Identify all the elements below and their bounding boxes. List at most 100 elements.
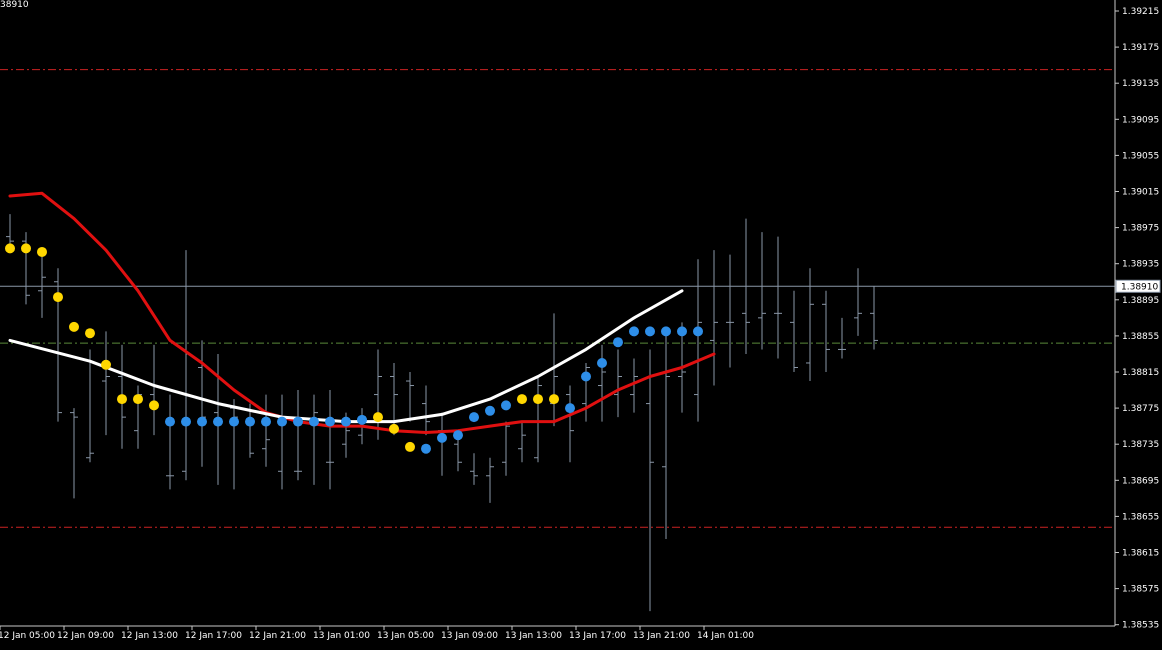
- ohlc-bar: [86, 349, 94, 463]
- price-tick-label: 1.38975: [1122, 224, 1159, 234]
- price-tick-label: 1.38895: [1122, 296, 1159, 306]
- sar-dot: [341, 416, 351, 427]
- time-tick-label: 12 Jan 21:00: [249, 631, 306, 641]
- ohlc-bar: [694, 259, 702, 422]
- axes: 1.39215 1.39175 1.39135 1.39095 1.39055 1.390…: [0, 0, 1161, 641]
- ohlc-bar: [566, 385, 574, 463]
- ohlc-bar: [102, 331, 110, 436]
- sar-dot: [437, 432, 447, 443]
- ohlc-bar: [166, 394, 174, 490]
- sar-dot: [453, 430, 463, 441]
- ohlc-bar: [534, 376, 542, 463]
- ohlc-bar: [774, 236, 782, 359]
- sar-dot: [357, 414, 367, 425]
- ohlc-bar: [70, 408, 78, 499]
- sar-dot: [21, 243, 31, 254]
- sar-dot: [485, 405, 495, 416]
- price-tick-label: 1.39135: [1122, 79, 1159, 89]
- ohlc-bar: [806, 268, 814, 382]
- sar-dot: [101, 359, 111, 370]
- ohlc-bar: [262, 394, 270, 467]
- ohlc-bar: [726, 254, 734, 368]
- time-tick-label: 12 Jan 17:00: [185, 631, 242, 641]
- ohlc-bar: [470, 453, 478, 485]
- ohlc-bar: [646, 349, 654, 612]
- sar-dot: [565, 403, 575, 414]
- sar-dot: [53, 292, 63, 303]
- price-tick-label: 1.38815: [1122, 368, 1159, 378]
- price-tick-label: 1.39055: [1122, 151, 1159, 161]
- price-chart[interactable]: 1.39215 1.39175 1.39135 1.39095 1.39055 1.390…: [0, 0, 1162, 650]
- ohlc-bar: [422, 385, 430, 436]
- sar-dot: [197, 416, 207, 427]
- time-tick-label: 13 Jan 13:00: [505, 631, 562, 641]
- sar-dot: [677, 326, 687, 337]
- price-tick-label: 1.38615: [1122, 549, 1159, 559]
- ohlc-bar: [854, 268, 862, 336]
- sar-dot: [213, 416, 223, 427]
- sar-dot: [293, 416, 303, 427]
- sar-dot: [229, 416, 239, 427]
- ohlc-bar: [518, 421, 526, 463]
- sar-dot: [533, 394, 543, 405]
- sar-dot: [405, 441, 415, 452]
- sar-dot: [165, 416, 175, 427]
- sar-dot: [389, 423, 399, 434]
- sar-dot: [597, 357, 607, 368]
- price-tick-label: 1.39095: [1122, 115, 1159, 125]
- white-moving-average-line: [8, 289, 684, 424]
- ohlc-bar: [326, 390, 334, 490]
- sar-dot: [373, 412, 383, 423]
- sar-dot: [629, 326, 639, 337]
- ohlc-bar: [278, 394, 286, 490]
- ohlc-bar: [598, 344, 606, 422]
- ohlc-bar: [22, 232, 30, 305]
- sar-dot: [69, 321, 79, 332]
- red-moving-average-line: [8, 191, 716, 434]
- sar-dot: [245, 416, 255, 427]
- time-tick-label: 12 Jan 09:00: [57, 631, 114, 641]
- price-tick-label: 1.38735: [1122, 440, 1159, 450]
- price-tick-label: 1.38775: [1122, 404, 1159, 414]
- price-tick-label: 1.38655: [1122, 512, 1159, 522]
- price-levels: [0, 69, 1115, 528]
- ohlc-bar: [294, 390, 302, 481]
- ohlc-bar: [758, 232, 766, 350]
- sar-dot: [277, 416, 287, 427]
- time-tick-label: 14 Jan 01:00: [697, 631, 754, 641]
- price-tick-label: 1.38935: [1122, 260, 1159, 270]
- ohlc-bar: [230, 399, 238, 490]
- sar-dot: [693, 326, 703, 337]
- sar-dot: [261, 416, 271, 427]
- ohlc-bar: [662, 326, 670, 539]
- ohlc-bar: [710, 250, 718, 386]
- time-tick-label: 13 Jan 21:00: [633, 631, 690, 641]
- ohlc-bar: [502, 421, 510, 476]
- ohlc-bar: [6, 214, 14, 246]
- sar-dot: [661, 326, 671, 337]
- sar-dot: [645, 326, 655, 337]
- ohlc-bar: [438, 412, 446, 476]
- ohlc-bar: [182, 250, 190, 481]
- ohlc-bars: [6, 214, 878, 612]
- ohlc-bar: [790, 290, 798, 372]
- price-tick-label: 1.39175: [1122, 43, 1159, 53]
- sar-dot: [309, 416, 319, 427]
- time-tick-label: 12 Jan 13:00: [121, 631, 178, 641]
- time-tick-label: 12 Jan 05:00: [0, 631, 55, 641]
- sar-dot: [325, 416, 335, 427]
- price-tick-label: 1.38695: [1122, 476, 1159, 486]
- ohlc-bar: [822, 290, 830, 372]
- sar-dot: [133, 394, 143, 405]
- sar-dot: [85, 328, 95, 339]
- ohlc-bar: [150, 344, 158, 436]
- sar-dot: [117, 394, 127, 405]
- sar-dot: [149, 400, 159, 411]
- ohlc-bar: [838, 317, 846, 359]
- sar-dot: [181, 416, 191, 427]
- sar-dot: [613, 337, 623, 348]
- sar-dot: [37, 246, 47, 257]
- ohlc-bar: [374, 349, 382, 440]
- time-tick-label: 13 Jan 01:00: [313, 631, 370, 641]
- current-price-label: 1.38910: [1121, 282, 1158, 292]
